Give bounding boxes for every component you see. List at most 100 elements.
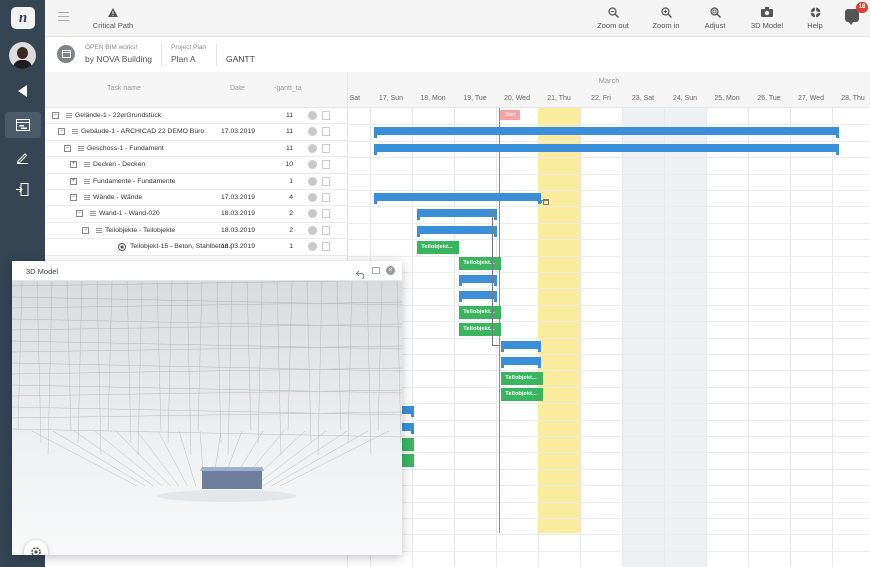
edit-task-icon[interactable] [322, 160, 330, 170]
summary-bar[interactable] [417, 225, 498, 237]
hamburger-menu-icon[interactable] [58, 12, 69, 21]
grid-line [348, 304, 870, 306]
app-logo[interactable]: n [11, 7, 35, 29]
edit-pencil-icon[interactable] [0, 144, 45, 170]
add-task-icon[interactable] [308, 160, 317, 170]
zoom-out-label: Zoom out [597, 21, 629, 30]
warning-icon [92, 5, 134, 19]
3d-panel-title: 3D Model [26, 267, 59, 276]
table-row[interactable]: − Teilobjekte - Teilobjekte 18.03.2019 2 [45, 223, 347, 240]
summary-bar[interactable] [501, 357, 542, 368]
table-row[interactable]: + Decken - Decken 10 [45, 157, 347, 174]
add-task-icon[interactable] [308, 143, 317, 153]
table-row[interactable]: + Fundamente - Fundamente 1 [45, 174, 347, 190]
minimize-icon[interactable] [372, 267, 380, 274]
edit-task-icon[interactable] [322, 242, 330, 252]
table-row[interactable]: Teilobjekt-15 - Beton, Stahlbeton (18.03… [45, 239, 347, 256]
collapse-icon[interactable]: − [58, 128, 65, 136]
add-task-icon[interactable] [308, 225, 317, 235]
summary-bar[interactable] [374, 143, 840, 155]
exit-door-icon[interactable] [0, 176, 45, 202]
expand-icon[interactable]: + [70, 177, 77, 185]
view-mode-label[interactable]: GANTT [226, 54, 255, 64]
summary-bar[interactable] [417, 209, 498, 221]
user-avatar[interactable] [9, 42, 36, 69]
task-bar[interactable]: Teilobjekt... [417, 240, 460, 254]
task-name: Teilobjekte - Teilobjekte [105, 226, 176, 234]
summary-bar[interactable] [374, 127, 840, 139]
project-header: OPEN BIM works! by NOVA Building Project… [45, 37, 870, 72]
task-bar[interactable]: Teilobjekt... [459, 306, 502, 320]
collapse-icon[interactable]: − [76, 210, 83, 218]
zoom-in-icon [646, 5, 686, 19]
gantt-chart: Start Teilobjekt... Teilobjekt... Teilobjek… [347, 108, 870, 567]
adjust-button[interactable]: Adjust [697, 5, 733, 30]
collapse-icon[interactable]: − [70, 194, 77, 201]
critical-path-button[interactable]: Critical Path [92, 5, 134, 30]
grid-line [348, 222, 870, 224]
list-icon [94, 227, 102, 235]
grid-line [348, 501, 870, 503]
edit-task-icon[interactable] [322, 193, 330, 202]
add-task-icon[interactable] [308, 111, 317, 120]
collapse-icon[interactable]: − [82, 226, 89, 234]
zoom-in-button[interactable]: Zoom in [646, 5, 686, 30]
table-row[interactable]: − Gebäude-1 - ARCHICAD 22 DEMO Büro 17.03.… [45, 124, 347, 141]
3d-model-button[interactable]: 3D Model [745, 5, 789, 30]
task-gantt-value: 11 [285, 144, 293, 152]
task-bar[interactable]: Teilobjekt... [501, 388, 544, 402]
col-date-header[interactable]: Date [230, 85, 245, 92]
plan-name[interactable]: Plan A [171, 54, 196, 64]
gantt-view-icon[interactable] [5, 112, 41, 138]
task-gantt-value: 2 [289, 226, 293, 234]
task-name: Wand-1 - Wand-020 [99, 210, 160, 218]
collapse-icon[interactable]: − [52, 112, 59, 119]
list-icon [88, 210, 96, 218]
col-gantt-header[interactable]: -gantt_ta [274, 85, 302, 92]
edit-task-icon[interactable] [322, 176, 330, 186]
day-header: 27, Wed [798, 95, 824, 102]
edit-task-icon[interactable] [322, 143, 330, 153]
add-task-icon[interactable] [308, 176, 317, 186]
table-row[interactable]: − Wände - Wände 17.03.2019 4 [45, 190, 347, 207]
task-bar[interactable]: Teilobjekt... [459, 322, 502, 336]
zoom-out-button[interactable]: Zoom out [593, 5, 633, 30]
summary-bar[interactable] [501, 340, 542, 352]
edit-task-icon[interactable] [322, 111, 330, 120]
expand-icon[interactable]: + [70, 161, 77, 169]
day-header: 22, Fri [591, 95, 611, 102]
close-icon[interactable]: × [386, 266, 395, 275]
col-task-header[interactable]: Task name [107, 85, 141, 92]
help-button[interactable]: Help [800, 5, 830, 30]
grid-line [348, 354, 870, 355]
grid-line [348, 337, 870, 339]
zoom-in-label: Zoom in [652, 21, 680, 30]
summary-bar[interactable] [374, 193, 542, 204]
task-bar[interactable]: Teilobjekt... [501, 371, 544, 385]
collapse-icon[interactable]: − [64, 144, 71, 152]
lifebuoy-icon [800, 5, 830, 19]
day-header: 24, Sun [672, 95, 698, 102]
add-task-icon[interactable] [308, 209, 317, 219]
add-task-icon[interactable] [308, 127, 317, 137]
edit-task-icon[interactable] [322, 225, 330, 235]
grid-line [348, 124, 870, 126]
grid-line [348, 485, 870, 487]
table-row[interactable]: − Geschoss-1 - Fundament 11 [45, 141, 347, 158]
dependency-link [492, 212, 493, 345]
add-task-icon[interactable] [308, 193, 317, 202]
edit-task-icon[interactable] [322, 127, 330, 137]
3d-viewport[interactable] [12, 281, 402, 555]
3d-model-panel: 3D Model × [12, 261, 402, 555]
3d-model-label: 3D Model [750, 21, 784, 30]
back-arrow-icon[interactable] [0, 78, 45, 104]
task-date: 17.03.2019 [221, 194, 256, 201]
3d-panel-titlebar[interactable]: 3D Model × [12, 261, 402, 281]
add-task-icon[interactable] [308, 242, 317, 252]
table-row[interactable]: − Wand-1 - Wand-020 18.03.2019 2 [45, 206, 347, 223]
project-calendar-icon[interactable] [57, 45, 75, 63]
task-bar[interactable]: Teilobjekt... [459, 257, 502, 271]
edit-task-icon[interactable] [322, 209, 330, 219]
grid-line [348, 140, 870, 142]
table-row[interactable]: − Gelände-1 - 22erGrundstück 11 [45, 108, 347, 125]
